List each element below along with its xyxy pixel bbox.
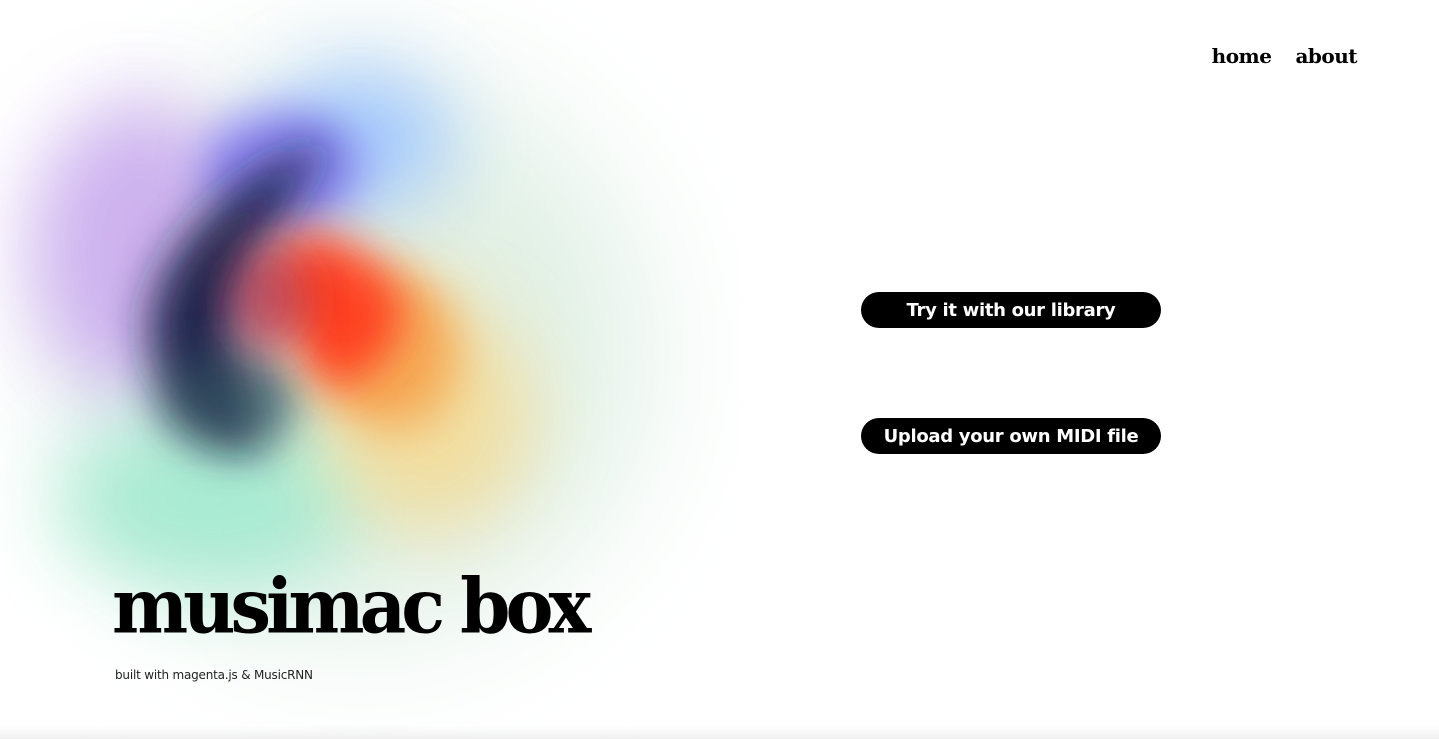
upload-midi-button[interactable]: Upload your own MIDI file (861, 418, 1161, 454)
top-nav: home about (1212, 44, 1358, 68)
nav-about-link[interactable]: about (1295, 44, 1357, 68)
bottom-edge-shadow (0, 725, 1439, 739)
landing-page: home about Try it with our library Uploa… (0, 0, 1439, 739)
nav-home-link[interactable]: home (1212, 44, 1272, 68)
try-library-button[interactable]: Try it with our library (861, 292, 1161, 328)
brand-subtitle: built with magenta.js & MusicRNN (115, 668, 313, 682)
brand-block: musimac box built with magenta.js & Musi… (112, 568, 591, 682)
brand-title: musimac box (112, 561, 591, 651)
